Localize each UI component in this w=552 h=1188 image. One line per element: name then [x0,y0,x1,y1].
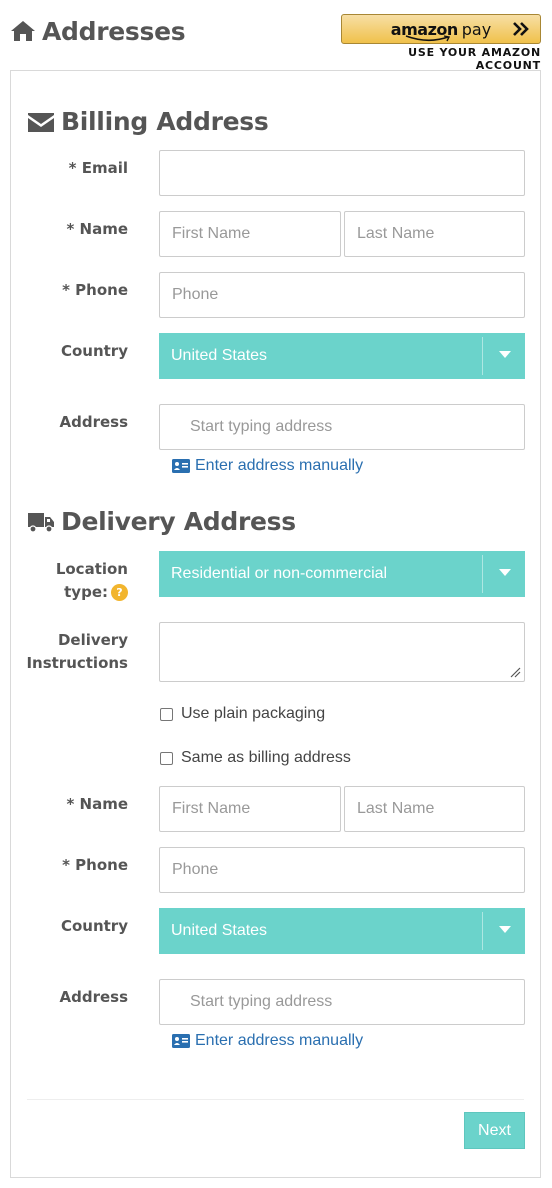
billing-phone-input[interactable]: Phone [159,272,525,318]
page-title: Addresses [42,16,186,46]
billing-address-label: Address [59,413,128,431]
same-as-billing-row[interactable]: Same as billing address [160,749,351,767]
billing-email-field[interactable] [159,150,525,196]
caret-down-icon [499,926,511,933]
address-card-icon [172,1034,190,1048]
billing-name-label: * Name [66,220,128,238]
resize-handle-icon[interactable] [509,666,521,678]
delivery-country-value: United States [171,922,268,939]
question-icon[interactable]: ? [111,584,128,601]
location-type-label-text: type: [64,583,108,601]
caret-down-icon [499,351,511,358]
location-type-label-line2: type:? [56,581,128,604]
amazon-pay-button[interactable]: amazon pay [341,14,541,44]
next-button[interactable]: Next [464,1112,525,1149]
delivery-instructions-label-line1: Delivery [57,631,128,649]
same-as-billing-label: Same as billing address [181,749,351,766]
billing-address-input[interactable]: Start typing address [159,404,525,450]
delivery-address-input[interactable]: Start typing address [159,979,525,1025]
same-as-billing-checkbox[interactable] [160,751,173,765]
delivery-manual-address-text: Enter address manually [195,1032,364,1049]
footer-divider [27,1099,524,1100]
address-card-icon [172,459,190,473]
billing-last-name-input[interactable]: Last Name [344,211,525,257]
billing-heading: Billing Address [27,107,269,136]
delivery-phone-label: * Phone [62,856,128,874]
delivery-instructions-textarea[interactable] [159,622,525,682]
location-type-value: Residential or non-commercial [171,565,388,582]
delivery-instructions-label-line2: Instructions [26,654,128,672]
amazon-pay: amazon pay USE YOUR AMAZON ACCOUNT [341,14,541,72]
delivery-heading-text: Delivery Address [61,507,296,536]
envelope-icon [28,112,54,132]
select-divider [482,555,483,593]
amazon-smile-icon [405,35,451,42]
billing-first-name-input[interactable]: First Name [159,211,341,257]
delivery-phone-input[interactable]: Phone [159,847,525,893]
billing-heading-text: Billing Address [61,107,269,136]
truck-icon [28,512,54,533]
billing-manual-address-link[interactable]: Enter address manually [172,457,363,475]
email-label: * Email [68,159,128,177]
location-type-label-line1: Location [55,560,128,578]
delivery-manual-address-link[interactable]: Enter address manually [172,1032,363,1050]
billing-country-select[interactable]: United States [159,333,525,379]
delivery-country-label: Country [60,917,128,935]
amazon-pay-word: pay [461,19,492,39]
amazon-pay-subtitle: USE YOUR AMAZON ACCOUNT [408,46,541,72]
home-icon [11,21,35,41]
chevron-double-right-icon [513,22,529,36]
delivery-name-label: * Name [66,795,128,813]
delivery-address-label: Address [59,988,128,1006]
delivery-heading: Delivery Address [27,507,296,536]
billing-phone-label: * Phone [62,281,128,299]
select-divider [482,337,483,375]
billing-manual-address-text: Enter address manually [195,457,364,474]
location-type-select[interactable]: Residential or non-commercial [159,551,525,597]
plain-packaging-label: Use plain packaging [181,705,326,722]
select-divider [482,912,483,950]
delivery-last-name-input[interactable]: Last Name [344,786,525,832]
delivery-first-name-input[interactable]: First Name [159,786,341,832]
plain-packaging-row[interactable]: Use plain packaging [160,705,325,723]
location-type-label: Location type:? [56,558,128,604]
delivery-country-select[interactable]: United States [159,908,525,954]
billing-country-label: Country [60,342,128,360]
delivery-instructions-label: Delivery Instructions [26,629,128,675]
address-form-card: Billing Address * Email * Name First Nam… [10,70,541,1178]
billing-country-value: United States [171,347,268,364]
page-header: Addresses [10,14,186,48]
plain-packaging-checkbox[interactable] [160,707,173,721]
caret-down-icon [499,569,511,576]
